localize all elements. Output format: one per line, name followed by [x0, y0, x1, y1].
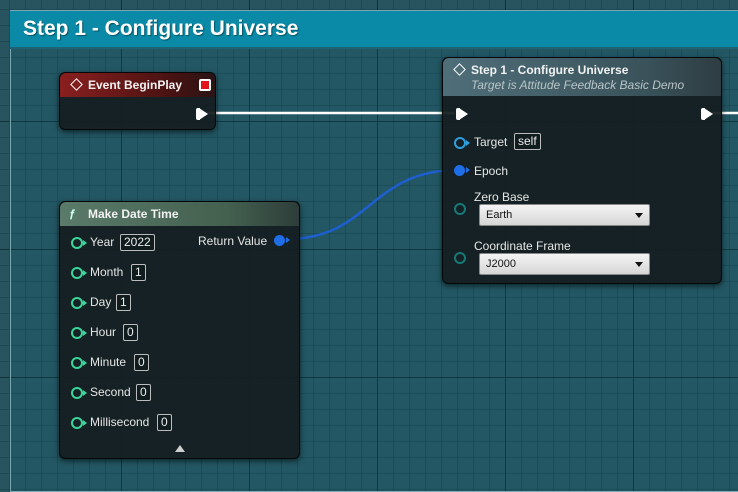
zero-base-pin[interactable]	[454, 203, 466, 215]
zero-base-label: Zero Base	[474, 190, 530, 204]
event-icon	[70, 78, 83, 91]
minute-value[interactable]: 0	[134, 354, 149, 371]
exec-in-pin[interactable]	[456, 108, 468, 120]
target-value[interactable]: self	[514, 133, 541, 150]
return-value-pin[interactable]	[274, 235, 290, 246]
make-date-time-title: Make Date Time	[88, 207, 179, 221]
chevron-down-icon	[635, 213, 643, 218]
second-pin[interactable]	[71, 387, 87, 399]
hour-pin[interactable]	[71, 327, 87, 339]
millisecond-pin[interactable]	[71, 417, 87, 429]
epoch-pin[interactable]	[454, 165, 470, 176]
minute-label: Minute	[90, 355, 127, 369]
comment-title: Step 1 - Configure Universe	[23, 17, 299, 40]
epoch-label: Epoch	[474, 164, 509, 178]
make-date-time-header[interactable]: 𝑓 Make Date Time	[60, 202, 299, 226]
coord-frame-pin[interactable]	[454, 252, 466, 264]
event-delegate-icon[interactable]	[199, 79, 211, 91]
event-beginplay-header[interactable]: Event BeginPlay	[60, 73, 215, 97]
chevron-down-icon	[635, 262, 643, 267]
month-value[interactable]: 1	[131, 264, 146, 281]
millisecond-value[interactable]: 0	[157, 414, 172, 431]
millisecond-label: Millisecond	[90, 415, 150, 429]
configure-universe-subtitle: Target is Attitude Feedback Basic Demo	[471, 78, 685, 92]
second-label: Second	[90, 385, 131, 399]
configure-universe-title: Step 1 - Configure Universe	[471, 63, 629, 77]
year-value[interactable]: 2022	[120, 234, 155, 251]
zero-base-value: Earth	[486, 209, 513, 221]
target-label: Target	[474, 135, 508, 149]
configure-universe-header[interactable]: Step 1 - Configure Universe Target is At…	[443, 58, 721, 96]
event-beginplay-title: Event BeginPlay	[88, 78, 183, 92]
second-value[interactable]: 0	[136, 384, 151, 401]
return-value-label: Return Value	[198, 234, 268, 248]
month-pin[interactable]	[71, 267, 87, 279]
make-date-time-node[interactable]: 𝑓 Make Date Time Return Value Year 2022 …	[59, 201, 300, 459]
function-icon	[453, 63, 466, 76]
year-pin[interactable]	[71, 237, 87, 249]
minute-pin[interactable]	[71, 357, 87, 369]
day-label: Day	[90, 295, 112, 309]
exec-out-pin[interactable]	[701, 108, 713, 120]
hour-label: Hour	[90, 325, 117, 339]
year-label: Year	[90, 235, 115, 249]
day-pin[interactable]	[71, 297, 87, 309]
month-label: Month	[90, 265, 124, 279]
coord-frame-label: Coordinate Frame	[474, 239, 571, 253]
configure-universe-node[interactable]: Step 1 - Configure Universe Target is At…	[442, 57, 722, 284]
hour-value[interactable]: 0	[123, 324, 138, 341]
collapse-arrow-icon[interactable]	[175, 445, 185, 452]
target-pin[interactable]	[454, 137, 470, 149]
coord-frame-dropdown[interactable]: J2000	[479, 253, 650, 275]
pure-function-icon: 𝑓	[70, 207, 75, 222]
zero-base-dropdown[interactable]: Earth	[479, 204, 650, 226]
coord-frame-value: J2000	[486, 258, 516, 270]
day-value[interactable]: 1	[116, 294, 131, 311]
event-beginplay-node[interactable]: Event BeginPlay	[59, 72, 216, 130]
exec-out-pin[interactable]	[196, 108, 208, 120]
